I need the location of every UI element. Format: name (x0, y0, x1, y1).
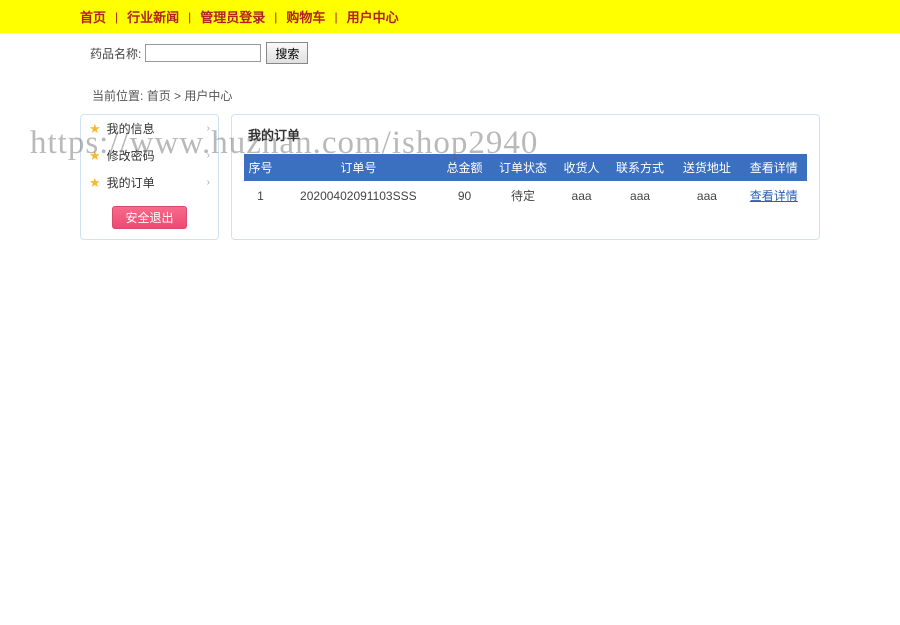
sidebar-item-orders[interactable]: ★ 我的订单 › (81, 169, 218, 196)
search-label: 药品名称: (90, 45, 141, 62)
star-icon: ★ (89, 148, 101, 164)
breadcrumb-current: 用户中心 (184, 89, 232, 103)
orders-table: 序号 订单号 总金额 订单状态 收货人 联系方式 送货地址 查看详情 1 202… (244, 154, 808, 210)
chevron-right-icon: › (207, 177, 210, 188)
orders-panel: 我的订单 序号 订单号 总金额 订单状态 收货人 联系方式 送货地址 查看详情 … (231, 114, 820, 240)
th-receiver: 收货人 (556, 154, 606, 181)
nav-divider: | (115, 10, 118, 24)
cell-phone: aaa (607, 181, 674, 210)
sidebar-item-label: 我的信息 (107, 120, 155, 137)
sidebar-item-label: 我的订单 (107, 174, 155, 191)
th-amount: 总金额 (439, 154, 489, 181)
nav-divider: | (188, 10, 191, 24)
sidebar-item-label: 修改密码 (107, 147, 155, 164)
detail-link[interactable]: 查看详情 (750, 189, 798, 203)
search-button[interactable]: 搜索 (266, 42, 308, 64)
breadcrumb-sep: > (171, 89, 185, 103)
star-icon: ★ (89, 121, 101, 137)
th-status: 订单状态 (490, 154, 557, 181)
sidebar: ★ 我的信息 › ★ 修改密码 › ★ 我的订单 › 安全退出 (80, 114, 219, 240)
search-bar: 药品名称: 搜索 (0, 33, 900, 72)
breadcrumb-prefix: 当前位置: (92, 89, 143, 103)
nav-news[interactable]: 行业新闻 (127, 7, 179, 26)
cell-detail: 查看详情 (740, 181, 807, 210)
chevron-right-icon: › (207, 150, 210, 161)
logout-button[interactable]: 安全退出 (112, 206, 186, 229)
panel-title: 我的订单 (232, 115, 819, 154)
th-orderno: 订单号 (277, 154, 439, 181)
cell-seq: 1 (244, 181, 277, 210)
th-seq: 序号 (244, 154, 277, 181)
breadcrumb-home[interactable]: 首页 (147, 89, 171, 103)
breadcrumb: 当前位置: 首页 > 用户中心 (0, 72, 900, 114)
chevron-right-icon: › (207, 123, 210, 134)
th-phone: 联系方式 (607, 154, 674, 181)
star-icon: ★ (89, 175, 101, 191)
nav-user-center[interactable]: 用户中心 (347, 7, 399, 26)
nav-divider: | (274, 10, 277, 24)
cell-orderno: 20200402091103SSS (277, 181, 439, 210)
top-nav: 首页 | 行业新闻 | 管理员登录 | 购物车 | 用户中心 (0, 0, 900, 33)
cell-status: 待定 (490, 181, 557, 210)
nav-cart[interactable]: 购物车 (286, 7, 325, 26)
th-detail: 查看详情 (740, 154, 807, 181)
sidebar-item-myinfo[interactable]: ★ 我的信息 › (81, 115, 218, 142)
cell-receiver: aaa (556, 181, 606, 210)
main-content: ★ 我的信息 › ★ 修改密码 › ★ 我的订单 › 安全退出 我的订单 序号 … (0, 114, 900, 240)
search-input[interactable] (145, 44, 261, 62)
table-row: 1 20200402091103SSS 90 待定 aaa aaa aaa 查看… (244, 181, 808, 210)
cell-address: aaa (673, 181, 740, 210)
nav-divider: | (334, 10, 337, 24)
th-address: 送货地址 (673, 154, 740, 181)
nav-admin-login[interactable]: 管理员登录 (200, 7, 265, 26)
nav-home[interactable]: 首页 (80, 7, 106, 26)
table-header-row: 序号 订单号 总金额 订单状态 收货人 联系方式 送货地址 查看详情 (244, 154, 808, 181)
cell-amount: 90 (439, 181, 489, 210)
sidebar-item-password[interactable]: ★ 修改密码 › (81, 142, 218, 169)
logout-wrap: 安全退出 (81, 206, 218, 229)
